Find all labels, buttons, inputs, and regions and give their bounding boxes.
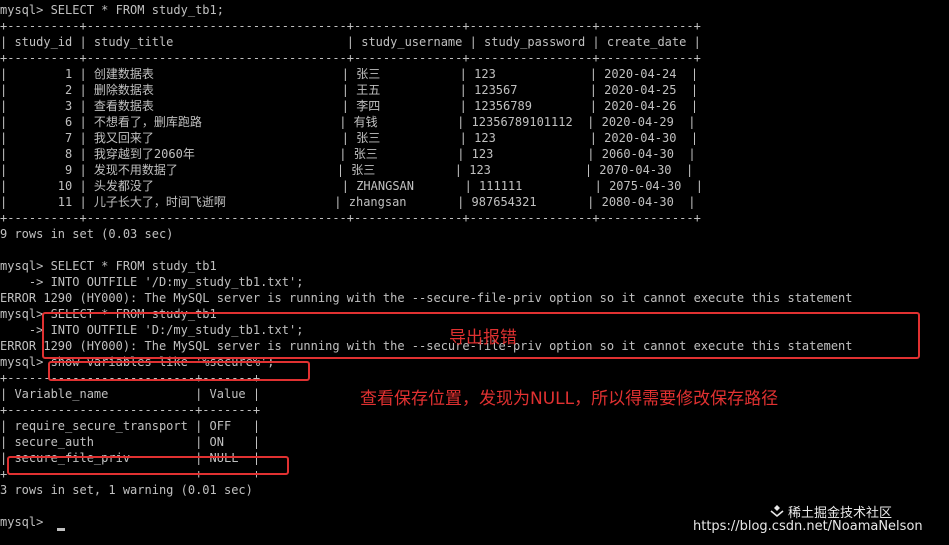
result-summary: 3 rows in set, 1 warning (0.01 sec): [0, 483, 253, 497]
result-summary: 9 rows in set (0.03 sec): [0, 227, 174, 241]
command-highlight-box: [48, 361, 310, 381]
table-border: +--------------------------+-------+: [0, 403, 261, 417]
command-prompt[interactable]: mysql>: [0, 514, 51, 530]
table-header: | Variable_name | Value |: [0, 387, 261, 401]
error-message: ERROR 1290 (HY000): The MySQL server is …: [0, 291, 853, 305]
table-row: | 10 | 头发都没了 | ZHANGSAN | 111111 | 2075-…: [0, 179, 703, 193]
table-row: | 9 | 发现不用数据了 | 张三 | 123 | 2070-04-30 |: [0, 163, 694, 177]
watermark-url: https://blog.csdn.net/NoamaNelson: [693, 519, 923, 534]
table-header: | study_id | study_title | study_usernam…: [0, 35, 701, 49]
table-row: | 2 | 删除数据表 | 王五 | 123567 | 2020-04-25 |: [0, 83, 699, 97]
table-row: | 6 | 不想看了，删库跑路 | 有钱 | 12356789101112 | …: [0, 115, 696, 129]
export-error-note: 导出报错: [449, 328, 517, 348]
table-border: +----------+----------------------------…: [0, 51, 701, 65]
null-value-highlight-box: [7, 456, 289, 475]
juejin-logo-icon: [770, 505, 784, 518]
table-row: | 8 | 我穿越到了2060年 | 张三 | 123 | 2060-04-30…: [0, 147, 696, 161]
table-row: | 11 | 儿子长大了，时间飞逝啊 | zhangsan | 98765432…: [0, 195, 696, 209]
text-cursor: [57, 528, 65, 531]
table-border: +----------+----------------------------…: [0, 19, 701, 33]
table-row: | 1 | 创建数据表 | 张三 | 123 | 2020-04-24 |: [0, 67, 699, 81]
table-row: | 3 | 查看数据表 | 李四 | 12356789 | 2020-04-26…: [0, 99, 699, 113]
table-row: | secure_auth | ON |: [0, 435, 261, 449]
check-location-note: 查看保存位置，发现为NULL，所以得需要修改保存路径: [360, 389, 779, 409]
table-border: +----------+----------------------------…: [0, 211, 701, 225]
sql-command: mysql> SELECT * FROM study_tb1: [0, 259, 217, 273]
terminal-line: mysql> SELECT * FROM study_tb1;: [0, 3, 224, 17]
table-row: | require_secure_transport | OFF |: [0, 419, 261, 433]
table-row: | 7 | 我又回来了 | 张三 | 123 | 2020-04-30 |: [0, 131, 699, 145]
sql-command: -> INTO OUTFILE '/D:my_study_tb1.txt';: [0, 275, 304, 289]
